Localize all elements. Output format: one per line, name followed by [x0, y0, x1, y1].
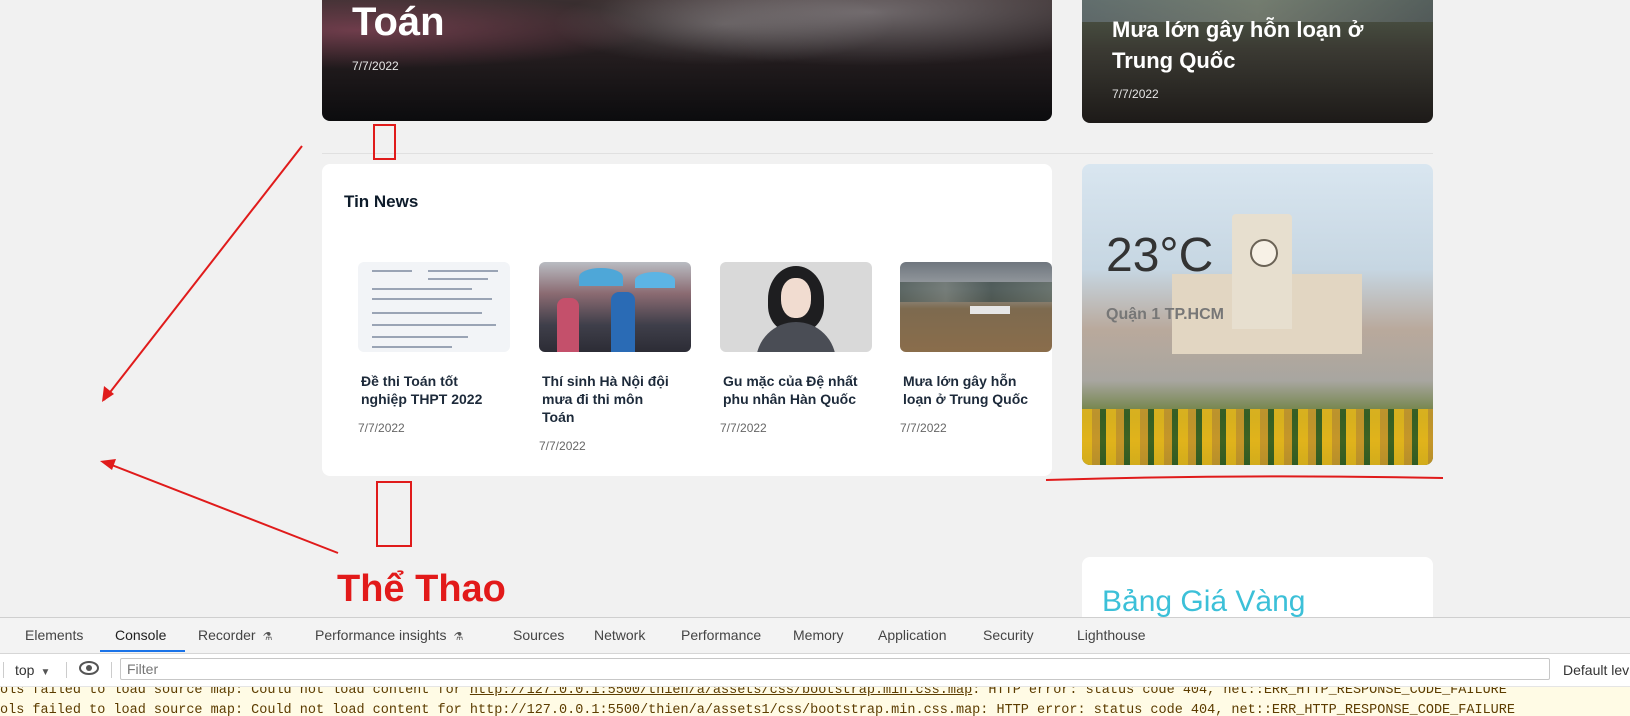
toolbar-separator	[66, 662, 67, 678]
console-warning-row: ols failed to load source map: Could not…	[0, 703, 1515, 716]
toolbar-separator	[3, 662, 4, 678]
experiment-flask-icon: ⚗	[453, 631, 464, 643]
tab-console[interactable]: Console	[115, 627, 166, 643]
tab-recorder[interactable]: Recorder ⚗	[198, 627, 272, 643]
console-messages: ols failed to load source map: Could not…	[0, 687, 1630, 716]
console-warning-row: ols failed to load source map: Could not…	[0, 687, 1507, 698]
gold-price-title: Bảng Giá Vàng	[1102, 585, 1306, 617]
annotation-underline	[1045, 475, 1444, 481]
annotation-arrow-line	[103, 461, 339, 554]
tab-application[interactable]: Application	[878, 627, 947, 643]
console-message-link[interactable]: http://127.0.0.1:5500/thien/a/assets1/cs…	[470, 703, 980, 716]
tab-recorder-label: Recorder	[198, 627, 256, 643]
dropdown-caret-icon: ▼	[40, 667, 51, 678]
log-levels-dropdown[interactable]: Default lev	[1563, 662, 1629, 678]
context-selector[interactable]: top ▼	[15, 662, 50, 678]
tab-performance[interactable]: Performance	[681, 627, 761, 643]
tab-elements[interactable]: Elements	[25, 627, 83, 643]
annotation-box	[376, 481, 412, 547]
tab-sources[interactable]: Sources	[513, 627, 564, 643]
console-message-text: ols failed to load source map: Could not…	[0, 687, 470, 698]
active-tab-indicator	[100, 650, 185, 652]
tab-performance-insights[interactable]: Performance insights ⚗	[315, 627, 463, 643]
console-message-text: : HTTP error: status code 404, net::ERR_…	[980, 703, 1515, 716]
annotation-arrow-line	[103, 145, 303, 401]
devtools-panel: Elements Console Recorder ⚗ Performance i…	[0, 617, 1630, 716]
console-filter-input[interactable]	[120, 658, 1550, 680]
tab-memory[interactable]: Memory	[793, 627, 844, 643]
console-toolbar: top ▼ Default lev	[0, 654, 1630, 687]
live-expression-eye-icon[interactable]	[79, 661, 99, 675]
context-label: top	[15, 662, 35, 678]
console-message-text: ols failed to load source map: Could not…	[0, 703, 470, 716]
tab-network[interactable]: Network	[594, 627, 645, 643]
console-message-link[interactable]: http://127.0.0.1:5500/thien/a/assets/css…	[470, 687, 972, 698]
annotation-box	[373, 124, 396, 160]
tab-lighthouse[interactable]: Lighthouse	[1077, 627, 1146, 643]
tab-performance-insights-label: Performance insights	[315, 627, 447, 643]
annotation-arrowhead	[100, 459, 116, 470]
console-message-text: : HTTP error: status code 404, net::ERR_…	[972, 687, 1507, 698]
gold-price-card: Bảng Giá Vàng	[1082, 557, 1433, 617]
annotation-arrows	[100, 145, 1444, 554]
experiment-flask-icon: ⚗	[262, 631, 273, 643]
devtools-tab-bar: Elements Console Recorder ⚗ Performance i…	[0, 618, 1630, 654]
sport-section-title: Thể Thao	[337, 568, 506, 610]
tab-security[interactable]: Security	[983, 627, 1034, 643]
toolbar-separator	[111, 662, 112, 678]
